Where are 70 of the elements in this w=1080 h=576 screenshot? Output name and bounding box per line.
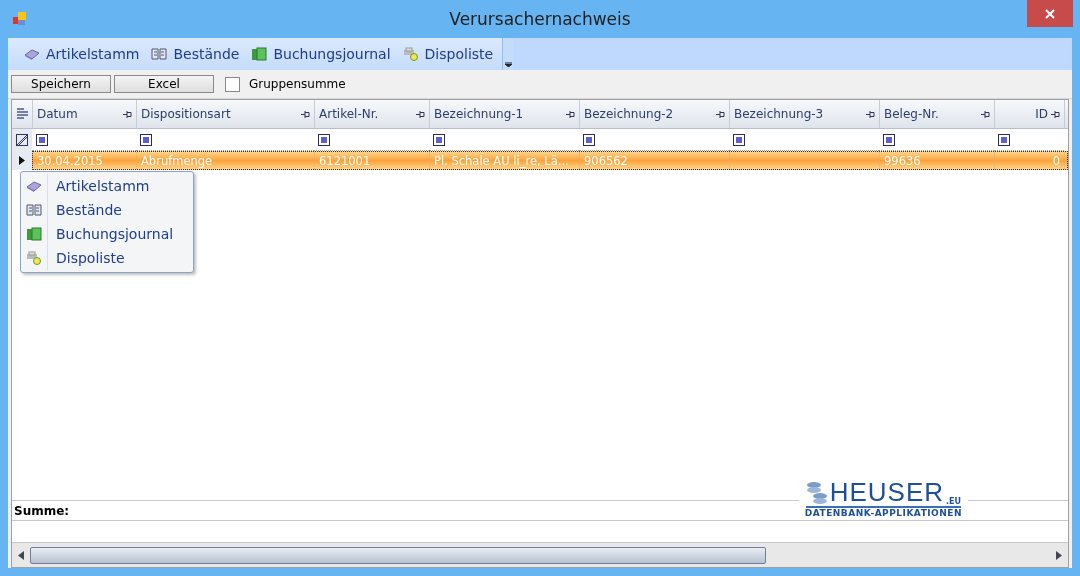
printer-clock-icon: [402, 47, 419, 61]
column-header[interactable]: Bezeichnung-1: [430, 100, 580, 129]
table-cell: 99636: [884, 153, 921, 168]
column-header[interactable]: Dispositionsart: [137, 100, 315, 129]
column-header[interactable]: Beleg-Nr.: [880, 100, 995, 129]
binder-icon: [26, 227, 42, 241]
column-list-icon: [15, 107, 29, 121]
open-book-icon: [151, 47, 168, 61]
action-button[interactable]: Speichern: [11, 75, 111, 93]
table-cell: 30.04.2015: [37, 153, 103, 168]
scroll-thumb[interactable]: [30, 546, 767, 564]
horizontal-scrollbar[interactable]: [12, 543, 1068, 567]
row-pointer-icon: [19, 156, 25, 165]
menu-item[interactable]: Dispoliste: [21, 246, 193, 270]
scroll-left-icon[interactable]: [18, 550, 24, 560]
table-cell: 0: [1052, 153, 1060, 168]
sum-label: Summe:: [14, 503, 70, 518]
filter-icon[interactable]: [36, 133, 48, 146]
toolbar-button[interactable]: Artikelstamm: [22, 46, 142, 62]
filter-icon[interactable]: [318, 133, 330, 146]
caret-icon: [504, 62, 512, 67]
filter-clear-icon: [16, 134, 28, 146]
filter-icon[interactable]: [140, 133, 152, 146]
app-icon: [12, 11, 28, 27]
scroll-right-icon[interactable]: [1056, 550, 1062, 560]
action-button[interactable]: Excel: [114, 75, 214, 93]
column-header[interactable]: Bezeichnung-3: [730, 100, 880, 129]
pin-icon: [566, 110, 575, 118]
filter-icon[interactable]: [998, 133, 1010, 146]
pin-icon: [866, 110, 875, 118]
pin-icon: [981, 110, 990, 118]
pin-icon: [1051, 110, 1060, 118]
table-cell: 906562: [584, 153, 628, 168]
toolbar-button[interactable]: Dispoliste: [400, 46, 496, 62]
close-button[interactable]: [1027, 0, 1073, 27]
filter-icon[interactable]: [733, 133, 745, 146]
pin-icon: [716, 110, 725, 118]
filter-icon[interactable]: [433, 133, 445, 146]
open-book-icon: [26, 203, 42, 217]
menu-item[interactable]: Bestände: [21, 198, 193, 222]
logo-tagline: DATENBANK-APPLIKATIONEN: [804, 508, 962, 518]
table-cell: Abrufmenge: [141, 153, 213, 168]
filter-icon[interactable]: [583, 133, 595, 146]
column-chooser-button[interactable]: [12, 100, 33, 129]
logo-name: HEUSER: [829, 478, 945, 506]
toolbar-button[interactable]: Bestände: [149, 46, 242, 62]
menu-item[interactable]: Buchungsjournal: [21, 222, 193, 246]
checkbox-label: Gruppensumme: [249, 77, 346, 91]
pin-icon: [123, 110, 132, 118]
table-cell: 6121001: [319, 153, 371, 168]
close-icon: [1045, 8, 1055, 19]
table-cell: Pl. Schale AU li_re, Lä...: [434, 153, 569, 168]
pin-icon: [301, 110, 310, 118]
column-header[interactable]: Datum: [33, 100, 137, 129]
binder-icon: [251, 47, 268, 61]
book-icon: [24, 47, 40, 61]
book-icon: [26, 179, 42, 193]
logo-suffix: .EU: [946, 497, 962, 506]
window-title: Verursachernachweis: [448, 9, 632, 29]
column-header[interactable]: ID: [995, 100, 1065, 129]
pin-icon: [416, 110, 425, 118]
printer-clock-icon: [26, 251, 42, 265]
toolbar-button[interactable]: Buchungsjournal: [249, 46, 393, 62]
toolbar-overflow-button[interactable]: [503, 38, 513, 70]
column-header[interactable]: Artikel-Nr.: [315, 100, 430, 129]
group-sum-checkbox[interactable]: [225, 76, 240, 92]
column-header[interactable]: Bezeichnung-2: [580, 100, 730, 129]
database-stack-icon: [805, 480, 828, 506]
menu-item[interactable]: Artikelstamm: [21, 174, 193, 198]
filter-icon[interactable]: [883, 133, 895, 146]
